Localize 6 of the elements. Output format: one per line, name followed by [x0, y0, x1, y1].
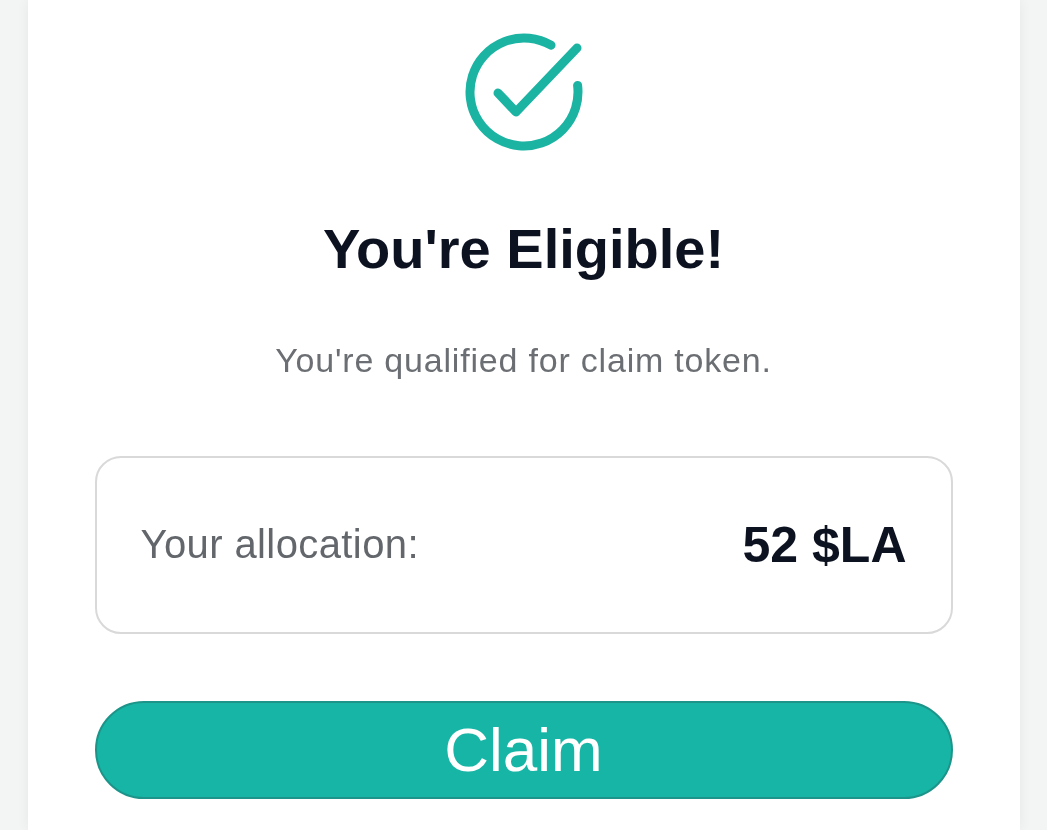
claim-button[interactable]: Claim	[94, 701, 953, 799]
check-circle-icon	[463, 32, 584, 152]
eligibility-title: You're Eligible!	[322, 216, 725, 282]
allocation-label: Your allocation:	[140, 522, 419, 568]
allocation-amount: 52 $LA	[742, 516, 907, 574]
eligibility-subtitle: You're qualified for claim token.	[275, 340, 772, 381]
